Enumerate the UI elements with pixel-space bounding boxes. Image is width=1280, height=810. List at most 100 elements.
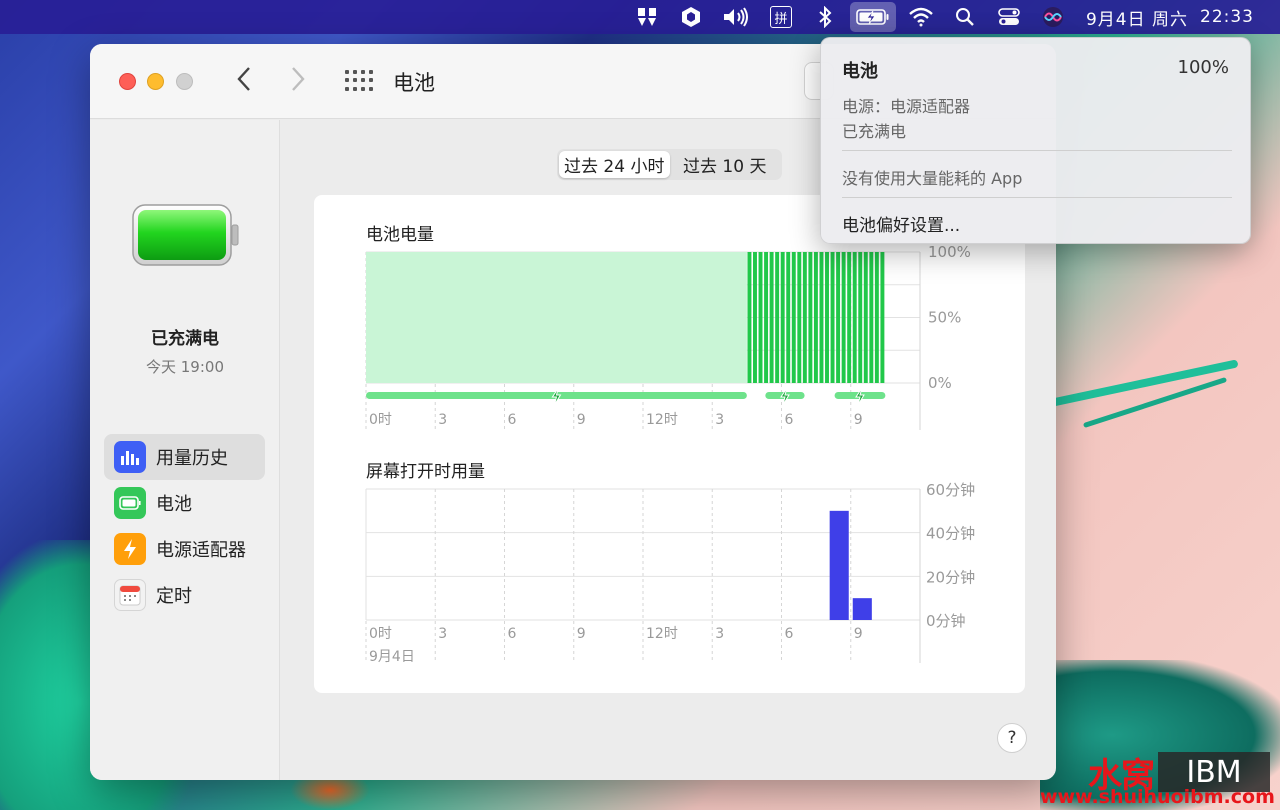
x-tick-label: 3 [715, 412, 724, 428]
menu-separator [842, 197, 1232, 198]
battery-level-bar [764, 252, 769, 383]
battery-level-bar [825, 252, 829, 383]
sidebar-item-schedule[interactable]: 定时 [104, 572, 265, 618]
charging-bolt-icon [855, 387, 865, 406]
power-source: 电源：电源适配器 [842, 97, 971, 116]
forward-chevron-icon[interactable] [290, 66, 306, 99]
sidebar-item-label: 定时 [156, 586, 192, 607]
battery-status-menu: 电池 100% 电源：电源适配器 已充满电 没有使用大量能耗的 App 电池偏好… [820, 37, 1251, 244]
battery-level-bar [753, 252, 757, 383]
x-tick-label: 0时 [369, 412, 392, 428]
charge-status: 已充满电 [151, 329, 219, 349]
minimize-button[interactable] [147, 73, 164, 90]
help-button[interactable]: ? [997, 723, 1027, 753]
battery-icon [114, 487, 146, 519]
y-tick-label: 100% [928, 243, 971, 261]
battery-level-bar [813, 252, 818, 383]
y-tick-label: 50% [928, 309, 961, 327]
battery-preferences-menu-item[interactable]: 电池偏好设置... [842, 211, 960, 236]
x-tick-label: 6 [508, 626, 517, 642]
sidebar-item-battery[interactable]: 电池 [104, 480, 265, 526]
chart-icon [114, 441, 146, 473]
segment-last-24-hours[interactable]: 过去 24 小时 [559, 151, 670, 178]
battery-level-bar [841, 252, 846, 383]
input-method-label: 拼 [769, 6, 792, 28]
usage-charts-panel: 电池电量 屏幕打开时用量 100% 50% 0% 0时 3 6 9 12时 3 6 9 60分钟 40分… [314, 195, 1025, 693]
menubar-date[interactable]: 9月4日 周六 [1086, 5, 1188, 30]
x-tick-label: 0时 [369, 626, 392, 642]
volume-icon[interactable] [716, 0, 756, 34]
x-tick-label: 9 [577, 626, 586, 642]
sidebar-item-label: 电源适配器 [156, 540, 246, 561]
battery-level-bar [791, 252, 796, 383]
back-chevron-icon[interactable] [236, 66, 252, 99]
control-center-icon[interactable] [990, 0, 1028, 34]
battery-level-bar [869, 252, 874, 383]
battery-level-area [366, 252, 747, 383]
charge-state: 已充满电 [842, 122, 907, 141]
battery-level-bar [830, 252, 835, 383]
y-tick-label: 0分钟 [926, 612, 966, 630]
show-all-grid-icon[interactable] [345, 70, 373, 92]
menu-title: 电池 [842, 61, 878, 82]
x-tick-label: 6 [785, 412, 794, 428]
wifi-icon[interactable] [902, 0, 940, 34]
hexagon-app-icon[interactable] [672, 0, 710, 34]
x-tick-label: 9 [854, 626, 863, 642]
battery-level-bar [775, 252, 780, 383]
spotlight-search-icon[interactable] [946, 0, 984, 34]
x-tick-label: 3 [438, 626, 447, 642]
battery-level-bar [858, 252, 863, 383]
calendar-icon [114, 579, 146, 611]
y-tick-label: 20分钟 [926, 568, 975, 586]
battery-percentage: 100% [1177, 57, 1229, 78]
segment-last-10-days[interactable]: 过去 10 天 [670, 151, 781, 178]
battery-level-bar [769, 252, 774, 383]
watermark-url: www.shuihuoibm.com [1040, 786, 1275, 808]
x-tick-label: 3 [715, 626, 724, 642]
battery-level-bar [780, 252, 785, 383]
battery-level-bar [847, 252, 852, 383]
x-tick-label: 6 [508, 412, 517, 428]
sidebar-item-usage-history[interactable]: 用量历史 [104, 434, 265, 480]
usage-charts: 100% 50% 0% 0时 3 6 9 12时 3 6 9 60分钟 40分钟 20分钟 0分钟 0时 3 6 9… [365, 243, 975, 665]
y-tick-label: 60分钟 [926, 481, 975, 499]
x-tick-label: 6 [785, 626, 794, 642]
siri-icon[interactable] [1034, 0, 1072, 34]
battery-level-bar [802, 252, 807, 383]
y-tick-label: 0% [928, 374, 952, 392]
charging-bolt-icon [551, 387, 562, 406]
time-range-segmented-control[interactable]: 过去 24 小时 过去 10 天 [557, 149, 782, 180]
energy-apps-note: 没有使用大量能耗的 App [842, 169, 1023, 188]
battery-level-bar [863, 252, 868, 383]
battery-level-bar [808, 252, 813, 383]
y-tick-label: 40分钟 [926, 525, 975, 543]
battery-level-bar [880, 252, 885, 383]
battery-level-bar [819, 252, 824, 383]
menubar-time[interactable]: 22:33 [1200, 7, 1254, 27]
battery-full-icon [132, 204, 239, 266]
bluetooth-icon[interactable] [806, 0, 844, 34]
input-method-icon[interactable]: 拼 [762, 0, 800, 34]
battery-level-bar [747, 252, 752, 383]
battery-level-bar [797, 252, 802, 383]
battery-level-bar [758, 252, 763, 383]
sidebar-item-label: 电池 [156, 494, 192, 515]
sidebar-item-label: 用量历史 [156, 448, 228, 469]
x-tick-label: 12时 [646, 412, 678, 428]
x-tick-label: 9 [577, 412, 586, 428]
zoom-button[interactable] [176, 73, 193, 90]
menu-separator [842, 150, 1232, 151]
charging-bolt-icon [780, 387, 790, 406]
bookmark-app-icon[interactable] [628, 0, 666, 34]
screen-usage-bar [829, 510, 849, 620]
x-tick-label: 12时 [646, 626, 678, 642]
menu-bar: 拼 9月4日 周六 22:33 [0, 0, 1280, 34]
window-title: 电池 [393, 71, 435, 95]
x-tick-label: 9 [854, 412, 863, 428]
screen-usage-bar [852, 598, 872, 620]
close-button[interactable] [119, 73, 136, 90]
sidebar-item-power-adapter[interactable]: 电源适配器 [104, 526, 265, 572]
battery-menu-icon[interactable] [849, 2, 896, 32]
x-date-label: 9月4日 [369, 649, 415, 665]
